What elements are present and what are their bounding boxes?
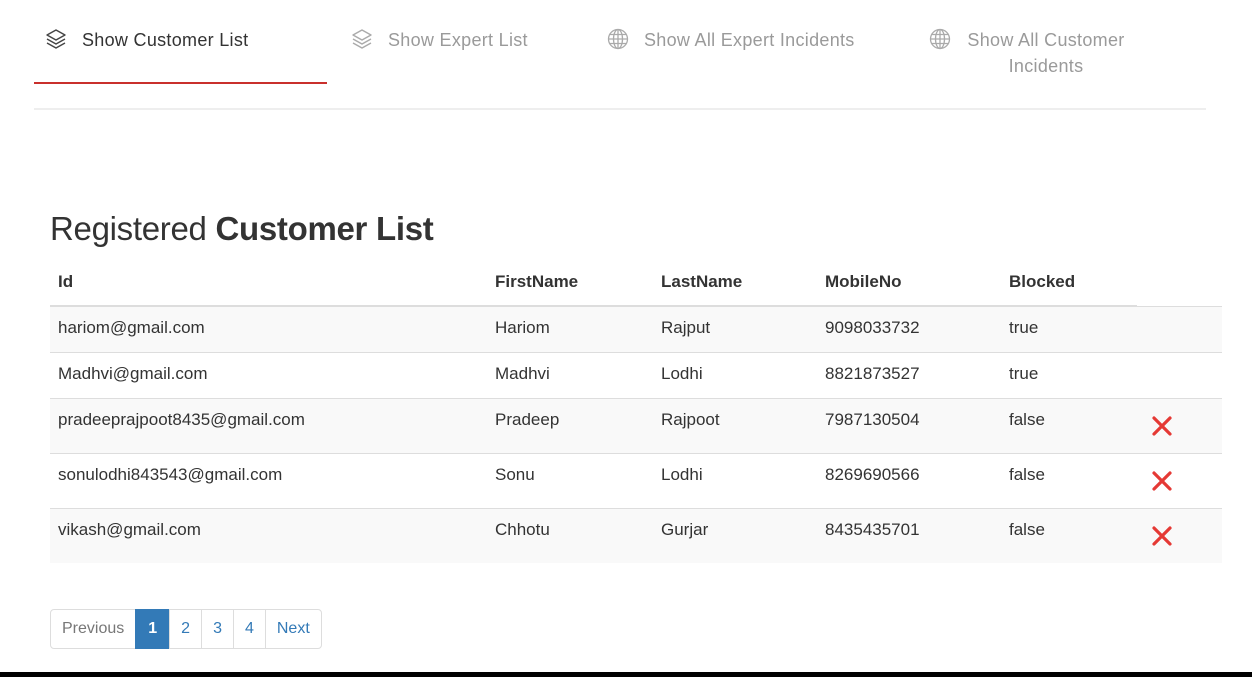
cell-mobileno: 8821873527 [817,351,1001,398]
cell-id: vikash@gmail.com [50,507,487,563]
tab-label: Show Customer List [82,30,249,50]
cell-mobileno: 9098033732 [817,305,1001,352]
delete-x-icon[interactable] [1151,470,1173,492]
cell-id: Madhvi@gmail.com [50,351,487,398]
page-button-3[interactable]: 3 [201,609,234,649]
cell-blocked: true [1001,305,1137,352]
tab-show-customer-list[interactable]: Show Customer List [44,27,248,53]
page-title: Registered Customer List [50,210,434,248]
cell-action [1137,452,1222,508]
cell-mobileno: 8269690566 [817,452,1001,508]
cell-firstname: Pradeep [487,397,653,453]
tab-label: Show All Expert Incidents [644,30,855,50]
cell-lastname: Rajput [653,305,817,352]
globe-icon [606,27,630,51]
delete-x-icon[interactable] [1151,415,1173,437]
previous-page-button[interactable]: Previous [50,609,137,649]
page-button-1[interactable]: 1 [135,609,171,649]
cell-action [1137,397,1222,453]
page-title-bold: Customer List [215,210,434,247]
cell-id: hariom@gmail.com [50,305,487,352]
tab-show-expert-list[interactable]: Show Expert List [350,27,528,53]
tab-show-all-expert-incidents[interactable]: Show All Expert Incidents [606,27,855,53]
cell-lastname: Rajpoot [653,397,817,453]
cell-firstname: Sonu [487,452,653,508]
table-row: vikash@gmail.com Chhotu Gurjar 843543570… [50,507,1222,563]
next-page-button[interactable]: Next [264,609,322,649]
page-button-4[interactable]: 4 [232,609,266,649]
stack-icon [44,27,68,51]
cell-blocked: false [1001,507,1137,563]
page-title-prefix: Registered [50,210,207,247]
cell-action [1137,507,1222,563]
column-header-firstname: FirstName [487,258,653,307]
column-header-lastname: LastName [653,258,817,307]
globe-icon [928,27,952,51]
customer-table: Id FirstName LastName MobileNo Blocked h… [50,258,1222,563]
cell-id: pradeeprajpoot8435@gmail.com [50,397,487,453]
cell-lastname: Gurjar [653,507,817,563]
table-row: hariom@gmail.com Hariom Rajput 909803373… [50,305,1222,352]
stack-icon [350,27,374,51]
cell-blocked: true [1001,351,1137,398]
tab-show-all-customer-incidents[interactable]: Show All Customer Incidents [928,27,1126,79]
cell-mobileno: 8435435701 [817,507,1001,563]
cell-lastname: Lodhi [653,351,817,398]
tab-label: Show All Customer Incidents [967,30,1125,76]
column-header-blocked: Blocked [1001,258,1137,307]
cell-lastname: Lodhi [653,452,817,508]
cell-firstname: Chhotu [487,507,653,563]
table-header-row: Id FirstName LastName MobileNo Blocked [50,258,1222,307]
page-button-2[interactable]: 2 [169,609,203,649]
table-row: Madhvi@gmail.com Madhvi Lodhi 8821873527… [50,351,1222,398]
bottom-border [0,672,1252,677]
cell-action [1137,305,1222,352]
column-header-action [1137,258,1222,306]
cell-firstname: Madhvi [487,351,653,398]
table-row: sonulodhi843543@gmail.com Sonu Lodhi 826… [50,452,1222,508]
delete-x-icon[interactable] [1151,525,1173,547]
cell-mobileno: 7987130504 [817,397,1001,453]
column-header-id: Id [50,258,487,307]
column-header-mobileno: MobileNo [817,258,1001,307]
tab-label: Show Expert List [388,30,528,50]
table-row: pradeeprajpoot8435@gmail.com Pradeep Raj… [50,397,1222,453]
cell-firstname: Hariom [487,305,653,352]
cell-action [1137,351,1222,398]
cell-blocked: false [1001,452,1137,508]
cell-id: sonulodhi843543@gmail.com [50,452,487,508]
cell-blocked: false [1001,397,1137,453]
pagination: Previous 1 2 3 4 Next [50,609,322,649]
active-tab-underline [34,82,327,84]
